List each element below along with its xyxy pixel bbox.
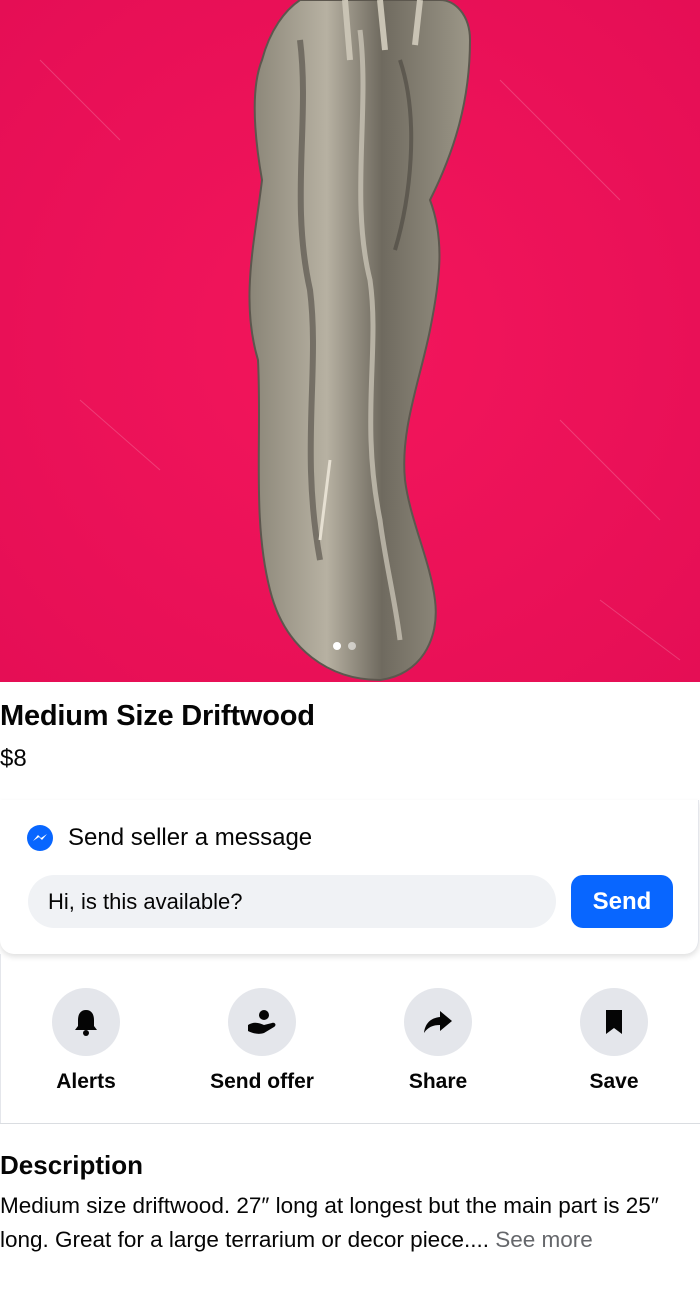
driftwood-image [0, 0, 700, 682]
message-header: Send seller a message [26, 824, 312, 852]
message-input[interactable]: Hi, is this available? [28, 875, 556, 928]
save-button[interactable]: Save [544, 988, 684, 1094]
alerts-circle[interactable] [52, 988, 120, 1056]
message-heading: Send seller a message [68, 824, 313, 851]
listing-price: $8 [0, 745, 27, 772]
send-offer-circle[interactable] [228, 988, 296, 1056]
bookmark-icon [606, 1010, 622, 1034]
section-divider [0, 1123, 700, 1124]
see-more-link[interactable]: See more [495, 1227, 593, 1252]
send-offer-label: Send offer [210, 1070, 314, 1093]
listing-photo[interactable] [0, 0, 700, 682]
alerts-label: Alerts [56, 1070, 116, 1093]
photo-pager[interactable] [333, 642, 356, 650]
bell-icon [75, 1010, 97, 1036]
share-button[interactable]: Share [368, 988, 508, 1094]
save-label: Save [589, 1070, 639, 1093]
pager-dot[interactable] [348, 642, 356, 650]
action-bar: Alerts Send offer Share Save [0, 988, 700, 1098]
share-label: Share [408, 1070, 468, 1093]
pager-dot-active[interactable] [333, 642, 341, 650]
description-heading: Description [0, 1150, 144, 1180]
description-text: Medium size driftwood. 27″ long at longe… [0, 1189, 700, 1257]
send-offer-button[interactable]: Send offer [192, 988, 332, 1094]
messenger-icon [27, 825, 53, 851]
send-button[interactable]: Send [571, 875, 673, 928]
message-card: Send seller a message Hi, is this availa… [0, 800, 699, 954]
save-circle[interactable] [580, 988, 648, 1056]
offer-icon [248, 1010, 276, 1034]
listing-title: Medium Size Driftwood [0, 700, 315, 732]
alerts-button[interactable]: Alerts [16, 988, 156, 1094]
share-arrow-icon [424, 1011, 452, 1033]
share-circle[interactable] [404, 988, 472, 1056]
